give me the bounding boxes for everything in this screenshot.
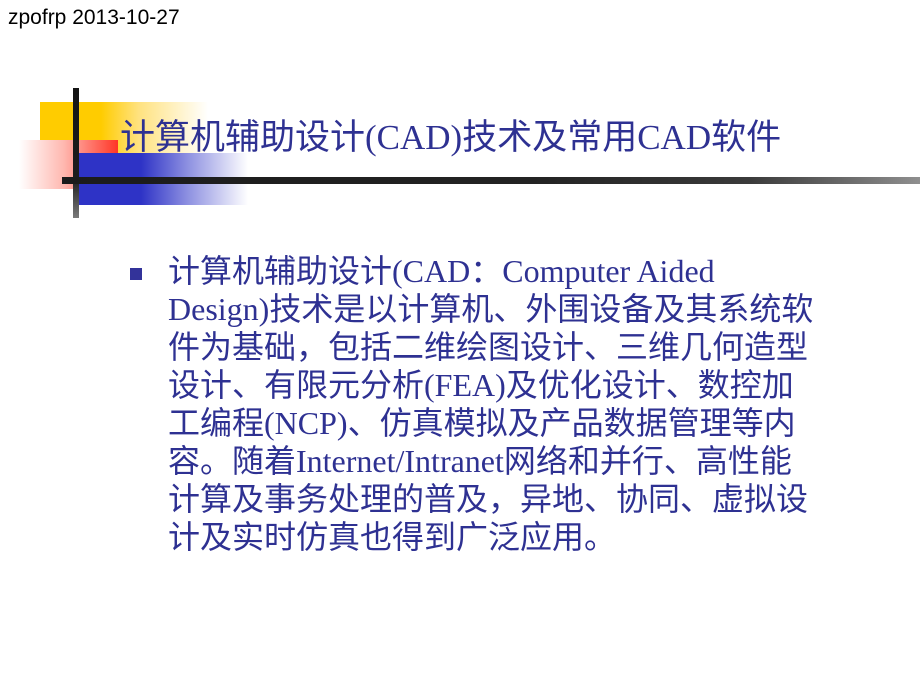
bullet-line: 件为基础，包括二维绘图设计、三维几何造型 (168, 329, 809, 365)
header-label: zpofrp 2013-10-27 (8, 6, 180, 29)
bullet-line: 容。随着Internet/Intranet网络和并行、高性能 (168, 443, 792, 479)
bullet-line: 设计、有限元分析(FEA)及优化设计、数控加 (168, 367, 794, 403)
slide-canvas: zpofrp 2013-10-27 计算机辅助设计(CAD)技术及常用CAD软件… (0, 0, 920, 690)
bullet-line: Design)技术是以计算机、外围设备及其系统软 (168, 291, 814, 327)
bullet-line: 计算机辅助设计(CAD：Computer Aided (168, 253, 715, 289)
bullet-line: 工编程(NCP)、仿真模拟及产品数据管理等内 (168, 405, 796, 441)
slide-header: zpofrp 2013-10-27 (0, 0, 920, 46)
bullet-line: 计算及事务处理的普及，异地、协同、虚拟设 (168, 481, 809, 517)
vertical-rule (73, 88, 79, 218)
bullet-item: 计算机辅助设计(CAD：Computer Aided Design)技术是以计算… (128, 252, 898, 556)
square-bullet-icon (130, 268, 142, 280)
bullet-paragraph: 计算机辅助设计(CAD：Computer Aided Design)技术是以计算… (168, 252, 898, 556)
horizontal-rule (62, 177, 920, 184)
slide-title: 计算机辅助设计(CAD)技术及常用CAD软件 (120, 118, 782, 157)
bullet-line: 计及实时仿真也得到广泛应用。 (168, 519, 617, 555)
slide-body: 计算机辅助设计(CAD：Computer Aided Design)技术是以计算… (128, 252, 898, 556)
